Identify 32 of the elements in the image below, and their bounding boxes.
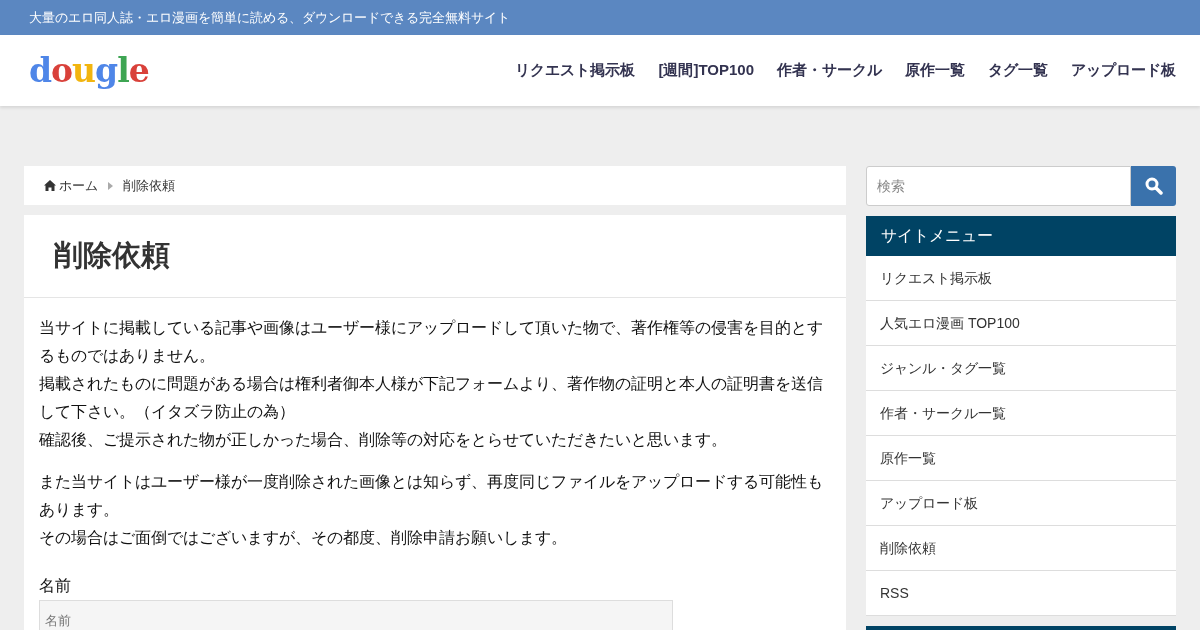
sidebar-menu-item[interactable]: 作者・サークル一覧 <box>866 391 1176 436</box>
sidebar-menu-item[interactable]: 人気エロ漫画 TOP100 <box>866 301 1176 346</box>
page-title: 削除依頼 <box>54 238 170 274</box>
nav-link[interactable]: アップロード板 <box>1071 59 1176 82</box>
nav-link[interactable]: タグ一覧 <box>988 59 1048 82</box>
chevron-icon <box>108 181 113 190</box>
body-text: 掲載されたものに問題がある場合は権利者御本人様が下記フォームより、著作物の証明と本人の証明書を送信して下さい。（イタズラ防止の為） <box>39 374 824 422</box>
search-icon <box>1144 177 1163 195</box>
sidebar-menu-item[interactable]: ジャンル・タグ一覧 <box>866 346 1176 391</box>
sidebar-heading: サイトメニュー <box>881 226 993 246</box>
body-text: 確認後、ご提示された物が正しかった場合、削除等の対応をとらせていただきたいと思います。 <box>39 430 728 450</box>
sidebar-menu-item[interactable]: 削除依頼 <box>866 526 1176 571</box>
sidebar-menu-item[interactable]: リクエスト掲示板 <box>866 256 1176 301</box>
name-field[interactable]: 名前 <box>39 600 673 630</box>
nav-link[interactable]: 作者・サークル <box>777 59 882 82</box>
home-icon <box>44 180 56 191</box>
nav-link[interactable]: 原作一覧 <box>905 59 965 82</box>
field-label: 名前 <box>39 576 72 596</box>
nav-link[interactable]: リクエスト掲示板 <box>515 59 636 82</box>
sidebar-menu-item[interactable]: アップロード板 <box>866 481 1176 526</box>
nav-link[interactable]: [週間]TOP100 <box>658 59 754 82</box>
search-field[interactable]: 検索 <box>866 166 1131 206</box>
site-logo[interactable]: dougle <box>29 54 149 87</box>
site-tagline: 大量のエロ同人誌・エロ漫画を簡単に読める、ダウンロードできる完全無料サイト <box>29 8 510 27</box>
body-text: また当サイトはユーザー様が一度削除された画像とは知らず、再度同じファイルをアップロードする可能性もあります。 <box>39 472 824 520</box>
breadcrumb-current: 削除依頼 <box>123 176 175 195</box>
sidebar-menu-item[interactable]: RSS <box>866 571 1176 616</box>
breadcrumb-link[interactable]: ホーム <box>59 175 98 196</box>
body-text: その場合はご面倒ではございますが、その都度、削除申請お願いします。 <box>39 528 568 548</box>
sidebar-menu-item[interactable]: 原作一覧 <box>866 436 1176 481</box>
search-button[interactable] <box>1131 166 1176 206</box>
body-text: 当サイトに掲載している記事や画像はユーザー様にアップロードして頂いた物で、著作権等の侵害を目的とするものではありません。 <box>39 318 824 366</box>
